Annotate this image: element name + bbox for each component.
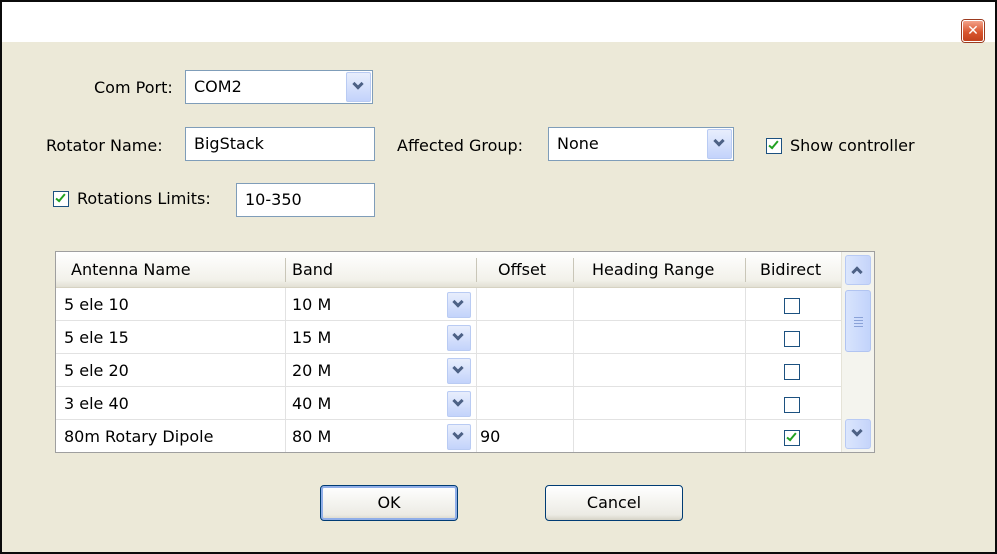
- affected-group-label: Affected Group:: [397, 136, 524, 155]
- band-cell[interactable]: 80 M: [292, 420, 331, 452]
- band-cell[interactable]: 40 M: [292, 387, 331, 420]
- column-header-offset[interactable]: Offset: [498, 252, 546, 287]
- chevron-down-icon[interactable]: [447, 292, 471, 318]
- rotator-settings-dialog: ✕ Com Port: COM2 Rotator Name: BigStack …: [0, 0, 997, 554]
- table-row[interactable]: 5 ele 20 20 M: [56, 354, 841, 387]
- com-port-select[interactable]: COM2: [185, 70, 373, 104]
- antenna-name-cell[interactable]: 80m Rotary Dipole: [64, 420, 213, 452]
- column-header-band[interactable]: Band: [292, 252, 333, 287]
- checkmark-icon: [768, 138, 779, 150]
- rotation-limits-input[interactable]: 10-350: [236, 183, 375, 217]
- chevron-down-icon[interactable]: [447, 325, 471, 351]
- chevron-down-icon[interactable]: [447, 424, 471, 450]
- close-icon[interactable]: ✕: [962, 20, 984, 42]
- table-row[interactable]: 3 ele 40 40 M: [56, 387, 841, 420]
- chevron-down-icon[interactable]: [447, 391, 471, 417]
- chevron-down-icon[interactable]: [346, 72, 371, 102]
- antenna-name-cell[interactable]: 3 ele 40: [64, 387, 129, 420]
- chevron-up-icon: [851, 266, 863, 278]
- affected-group-value: None: [557, 134, 599, 153]
- show-controller-checkbox[interactable]: [766, 138, 782, 154]
- cancel-button[interactable]: Cancel: [545, 485, 683, 521]
- checkmark-icon: [786, 430, 797, 442]
- rotation-limits-label[interactable]: Rotations Limits:: [77, 189, 211, 208]
- scroll-thumb[interactable]: [845, 290, 871, 352]
- rotator-name-label: Rotator Name:: [46, 136, 163, 155]
- chevron-down-icon: [851, 425, 863, 437]
- checkmark-icon: [55, 191, 66, 203]
- offset-cell[interactable]: 90: [480, 420, 500, 452]
- band-cell[interactable]: 15 M: [292, 321, 331, 354]
- table-row[interactable]: 5 ele 15 15 M: [56, 321, 841, 354]
- column-header-antenna-name[interactable]: Antenna Name: [71, 252, 191, 287]
- antenna-name-cell[interactable]: 5 ele 10: [64, 288, 129, 321]
- column-header-heading-range[interactable]: Heading Range: [592, 252, 714, 287]
- affected-group-select[interactable]: None: [548, 127, 734, 161]
- bidirect-checkbox[interactable]: [784, 397, 800, 413]
- scroll-up-button[interactable]: [845, 255, 871, 285]
- vertical-scrollbar[interactable]: [841, 252, 874, 452]
- antenna-table: Antenna Name Band Offset Heading Range B…: [55, 251, 875, 453]
- rotation-limits-checkbox[interactable]: [53, 191, 69, 207]
- table-header: Antenna Name Band Offset Heading Range B…: [56, 252, 841, 288]
- table-row[interactable]: 5 ele 10 10 M: [56, 288, 841, 321]
- bidirect-checkbox[interactable]: [784, 364, 800, 380]
- ok-button[interactable]: OK: [320, 485, 458, 521]
- bidirect-checkbox[interactable]: [784, 298, 800, 314]
- chevron-down-icon[interactable]: [447, 358, 471, 384]
- scroll-down-button[interactable]: [845, 419, 871, 449]
- column-header-bidirect[interactable]: Bidirect: [760, 252, 821, 287]
- band-cell[interactable]: 20 M: [292, 354, 331, 387]
- show-controller-label[interactable]: Show controller: [790, 136, 915, 155]
- bidirect-checkbox[interactable]: [784, 331, 800, 347]
- band-cell[interactable]: 10 M: [292, 288, 331, 321]
- bidirect-checkbox[interactable]: [784, 430, 800, 446]
- com-port-label: Com Port:: [94, 78, 173, 97]
- rotator-name-input[interactable]: BigStack: [185, 127, 375, 161]
- title-bar: ✕: [2, 2, 995, 42]
- antenna-name-cell[interactable]: 5 ele 20: [64, 354, 129, 387]
- antenna-name-cell[interactable]: 5 ele 15: [64, 321, 129, 354]
- chevron-down-icon[interactable]: [707, 129, 732, 159]
- table-row[interactable]: 80m Rotary Dipole 80 M 90: [56, 420, 841, 452]
- com-port-value: COM2: [194, 77, 242, 96]
